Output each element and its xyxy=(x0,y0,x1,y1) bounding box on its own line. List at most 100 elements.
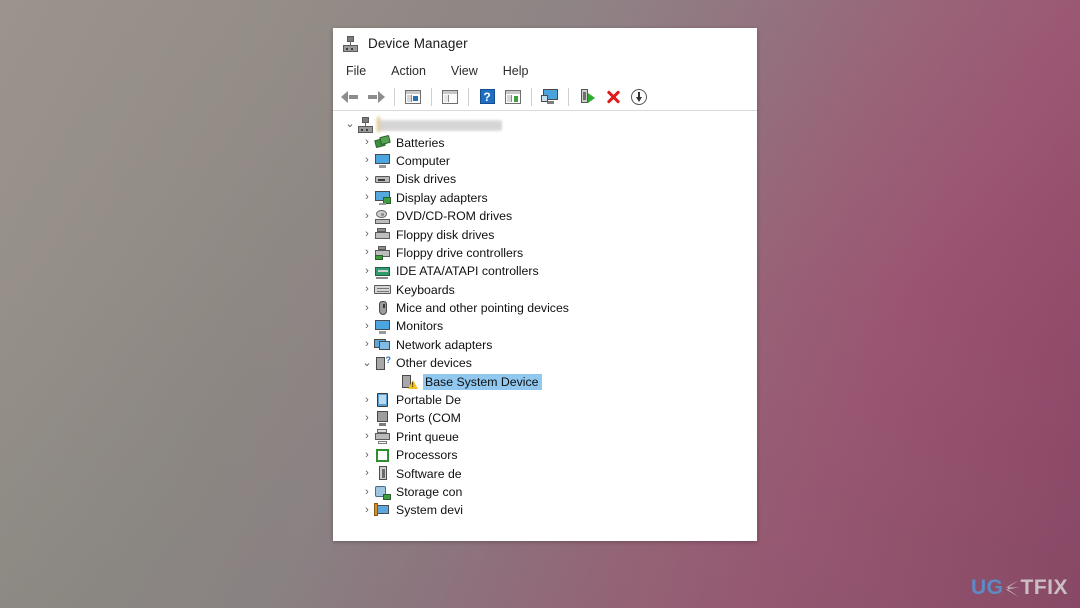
port-icon xyxy=(374,410,391,426)
tree-item-label: Batteries xyxy=(396,135,445,150)
chevron-right-icon[interactable]: › xyxy=(360,173,374,185)
tree-item-label: Portable De xyxy=(396,393,461,408)
toolbar: ? xyxy=(333,83,757,111)
tree-row-batteries[interactable]: › Batteries xyxy=(333,133,757,151)
tree-row-keyboards[interactable]: › Keyboards xyxy=(333,281,757,299)
watermark: UG TFIX xyxy=(971,576,1068,600)
toolbar-separator xyxy=(468,87,469,106)
tree-item-label: Floppy disk drives xyxy=(396,227,495,242)
tree-item-label: Disk drives xyxy=(396,172,457,187)
tree-row-mice[interactable]: › Mice and other pointing devices xyxy=(333,299,757,317)
chevron-right-icon[interactable]: › xyxy=(360,265,374,277)
tree-row-dvd-cdrom[interactable]: › DVD/CD-ROM drives xyxy=(333,207,757,225)
chevron-right-icon[interactable]: › xyxy=(360,412,374,424)
monitor-icon xyxy=(374,319,391,334)
mouse-icon xyxy=(374,300,391,316)
tree-item-label: Monitors xyxy=(396,319,444,334)
tree-row-storage-controllers[interactable]: › Storage con xyxy=(333,483,757,501)
chevron-right-icon[interactable]: › xyxy=(360,302,374,314)
tree-row-base-system-device[interactable]: Base System Device xyxy=(333,372,757,390)
chevron-right-icon[interactable]: › xyxy=(360,394,374,406)
tree-item-label: DVD/CD-ROM drives xyxy=(396,209,513,224)
menu-bar: File Action View Help xyxy=(333,59,757,83)
floppy-disk-icon xyxy=(374,227,391,242)
tree-row-software-devices[interactable]: › Software de xyxy=(333,464,757,482)
chevron-right-icon[interactable]: › xyxy=(360,284,374,295)
tree-item-label: Base System Device xyxy=(423,373,543,390)
display-adapter-icon xyxy=(374,190,391,206)
tree-item-label: Network adapters xyxy=(396,337,493,352)
tree-row-ide-controllers[interactable]: › IDE ATA/ATAPI controllers xyxy=(333,262,757,280)
tree-row-disk-drives[interactable]: › Disk drives xyxy=(333,170,757,188)
network-adapter-icon xyxy=(374,337,391,352)
tree-row-print-queues[interactable]: › Print queue xyxy=(333,428,757,446)
update-driver-window-icon[interactable] xyxy=(502,86,524,108)
scan-hardware-changes-icon[interactable] xyxy=(539,86,561,108)
menu-view[interactable]: View xyxy=(449,63,480,79)
uninstall-device-icon[interactable] xyxy=(602,86,624,108)
chevron-right-icon[interactable]: › xyxy=(360,468,374,479)
tree-row-display-adapters[interactable]: › Display adapters xyxy=(333,189,757,207)
back-arrow-icon[interactable] xyxy=(339,86,361,108)
help-icon[interactable]: ? xyxy=(476,86,498,108)
tree-row-other-devices[interactable]: ⌄ ? Other devices xyxy=(333,354,757,372)
menu-file[interactable]: File xyxy=(344,63,368,79)
tree-row-floppy-disk-drives[interactable]: › Floppy disk drives xyxy=(333,225,757,243)
device-tree: ⌄ › Batteries › Computer › Disk drives › xyxy=(333,111,757,541)
chevron-right-icon[interactable]: › xyxy=(360,486,374,498)
chevron-right-icon[interactable]: › xyxy=(360,210,374,222)
chevron-right-icon[interactable]: › xyxy=(360,320,374,332)
chevron-right-icon[interactable]: › xyxy=(360,192,374,203)
show-hide-console-tree-icon[interactable] xyxy=(402,86,424,108)
lightning-bolt-icon xyxy=(1005,579,1020,598)
toolbar-separator xyxy=(531,87,532,106)
dvd-drive-icon xyxy=(374,209,391,224)
tree-row-portable-devices[interactable]: › Portable De xyxy=(333,391,757,409)
tree-item-label: Floppy drive controllers xyxy=(396,245,524,260)
tree-item-label: Print queue xyxy=(396,429,459,444)
chevron-right-icon[interactable]: › xyxy=(360,504,374,516)
chevron-right-icon[interactable]: › xyxy=(360,229,374,240)
tree-row-processors[interactable]: › Processors xyxy=(333,446,757,464)
printer-icon xyxy=(374,429,391,445)
device-manager-window: Device Manager File Action View Help ? ⌄… xyxy=(333,28,757,541)
tree-item-label: Ports (COM xyxy=(396,411,461,426)
tree-item-label: Processors xyxy=(396,448,458,463)
device-manager-icon xyxy=(342,35,359,52)
portable-device-icon xyxy=(374,392,391,408)
chevron-right-icon[interactable]: › xyxy=(360,339,374,350)
ide-controller-icon xyxy=(374,264,391,279)
chevron-down-icon[interactable]: ⌄ xyxy=(360,357,374,369)
computer-root-icon xyxy=(357,116,374,133)
properties-window-icon[interactable] xyxy=(439,86,461,108)
tree-row-computer[interactable]: › Computer xyxy=(333,152,757,170)
processor-icon xyxy=(374,448,391,463)
tree-row-root[interactable]: ⌄ xyxy=(333,115,757,133)
chevron-right-icon[interactable]: › xyxy=(360,137,374,148)
other-devices-icon: ? xyxy=(374,355,391,371)
battery-icon xyxy=(374,134,391,150)
system-device-icon xyxy=(374,502,391,518)
tree-row-network-adapters[interactable]: › Network adapters xyxy=(333,336,757,354)
tree-item-label: IDE ATA/ATAPI controllers xyxy=(396,264,539,279)
tree-row-floppy-drive-controllers[interactable]: › Floppy drive controllers xyxy=(333,244,757,262)
disable-device-icon[interactable] xyxy=(628,86,650,108)
menu-help[interactable]: Help xyxy=(501,63,531,79)
tree-row-monitors[interactable]: › Monitors xyxy=(333,317,757,335)
forward-arrow-icon[interactable] xyxy=(365,86,387,108)
chevron-down-icon[interactable]: ⌄ xyxy=(343,118,357,130)
menu-action[interactable]: Action xyxy=(389,63,428,79)
toolbar-separator xyxy=(568,87,569,106)
window-title: Device Manager xyxy=(368,36,468,51)
computer-icon xyxy=(374,153,391,169)
tree-item-label: Other devices xyxy=(396,356,472,371)
chevron-right-icon[interactable]: › xyxy=(360,247,374,258)
enable-device-icon[interactable] xyxy=(576,86,598,108)
storage-controller-icon xyxy=(374,485,391,500)
chevron-right-icon[interactable]: › xyxy=(360,155,374,166)
unknown-device-warning-icon xyxy=(401,374,418,390)
tree-row-system-devices[interactable]: › System devi xyxy=(333,501,757,519)
tree-row-ports[interactable]: › Ports (COM xyxy=(333,409,757,427)
chevron-right-icon[interactable]: › xyxy=(360,431,374,442)
chevron-right-icon[interactable]: › xyxy=(360,449,374,461)
